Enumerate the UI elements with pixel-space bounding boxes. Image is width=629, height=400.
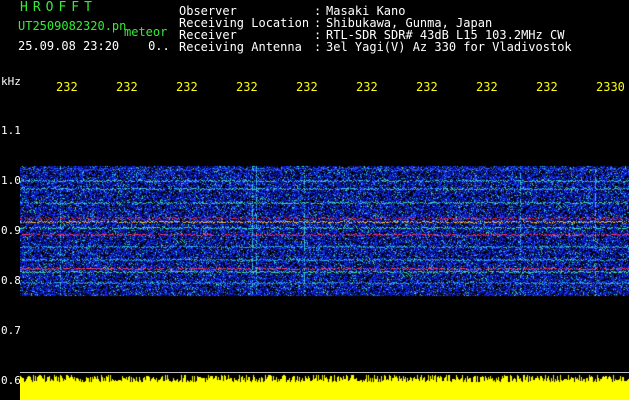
info-labels: Observer Receiving Location Receiver Rec… [179, 4, 310, 54]
freq-axis: 1.1 1.0 0.9 0.8 0.7 0.6 [0, 96, 21, 400]
mode-label: meteor [124, 25, 168, 39]
level-baseline [20, 372, 629, 373]
time-axis: 232 232 232 232 232 232 232 232 232 2330 [0, 80, 629, 94]
time-tick: 2330 [596, 80, 625, 94]
date-time-value: 25.09.08 23:20 [18, 39, 120, 53]
time-tick: 232 [176, 80, 198, 94]
hrofft-title: HROFFT [20, 0, 97, 15]
time-tick: 232 [536, 80, 558, 94]
status-mark: 0.. [148, 39, 170, 53]
time-tick: 232 [236, 80, 258, 94]
info-colons: : : : : [314, 4, 322, 54]
freq-tick: 1.0 [1, 174, 21, 187]
waterfall-canvas [20, 96, 629, 400]
time-tick: 232 [416, 80, 438, 94]
time-tick: 232 [56, 80, 78, 94]
freq-tick: 0.9 [1, 224, 21, 237]
freq-tick: 1.1 [1, 124, 21, 137]
time-tick: 232 [476, 80, 498, 94]
time-tick: 232 [296, 80, 318, 94]
freq-tick: 0.7 [1, 324, 21, 337]
freq-tick: 0.6 [1, 374, 21, 387]
freq-tick: 0.8 [1, 274, 21, 287]
file-name: UT2509082320.pn [18, 19, 127, 33]
time-tick: 232 [116, 80, 138, 94]
time-tick: 232 [356, 80, 378, 94]
date-time: 25.09.08 23:20 0.. [18, 40, 170, 52]
info-values: Masaki Kano Shibukawa, Gunma, Japan RTL-… [326, 4, 572, 54]
waterfall-plot [20, 96, 629, 400]
